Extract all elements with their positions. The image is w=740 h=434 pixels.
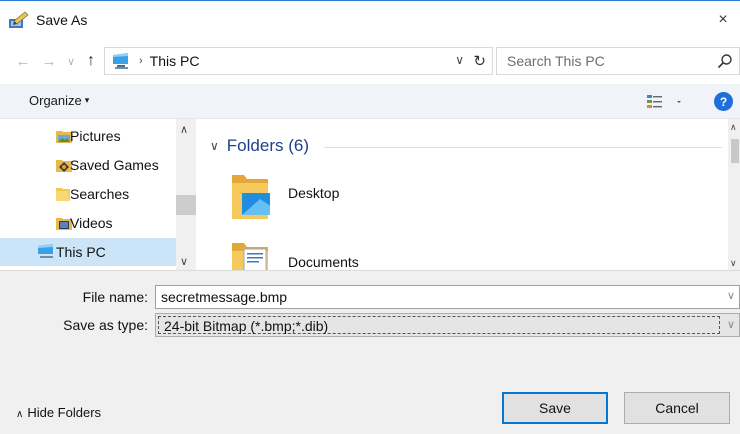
save-form: File name: ∨ Save as type: 24-bit Bitmap… [0, 270, 740, 434]
arrow-right-icon: → [41, 52, 57, 70]
nav-item-this-pc[interactable]: This PC [0, 238, 176, 266]
save-as-type-label: Save as type: [63, 317, 148, 333]
nav-item-label: Saved Games [70, 157, 159, 173]
arrow-up-icon: ↑ [87, 52, 95, 69]
close-icon: × [718, 10, 728, 28]
file-name-input[interactable] [156, 286, 716, 308]
navigation-pane: Pictures Saved Games Searches Videos Thi… [0, 119, 196, 271]
save-as-type-select[interactable]: 24-bit Bitmap (*.bmp;*.dib) ∨ [155, 313, 740, 337]
chevron-down-icon: ∨ [66, 55, 76, 68]
folder-label: Documents [288, 254, 359, 270]
group-header-folders[interactable]: ∨ Folders (6) [210, 136, 309, 156]
chevron-up-icon: ∧ [16, 409, 24, 420]
cancel-button[interactable]: Cancel [624, 392, 730, 424]
scroll-up-icon[interactable]: ∧ [730, 122, 737, 133]
organize-button[interactable]: Organize ▾ [29, 93, 89, 108]
scroll-down-icon[interactable]: ∨ [730, 258, 737, 269]
nav-item-videos[interactable]: Videos [0, 209, 176, 237]
recent-locations-button[interactable]: ∨ [60, 51, 82, 71]
chevron-down-icon[interactable]: ∨ [727, 289, 735, 302]
save-as-type-value: 24-bit Bitmap (*.bmp;*.dib) [164, 318, 329, 334]
desktop-folder-icon [232, 175, 270, 219]
hide-folders-button[interactable]: ∧ Hide Folders [16, 405, 101, 420]
close-button[interactable]: × [706, 1, 740, 38]
address-bar[interactable]: › This PC ∨ ↻ [104, 47, 493, 75]
nav-item-saved-games[interactable]: Saved Games [0, 151, 176, 179]
documents-folder-icon [232, 243, 268, 271]
file-name-label: File name: [82, 289, 148, 305]
refresh-icon[interactable]: ↻ [473, 52, 486, 70]
nav-item-label: Pictures [70, 128, 121, 144]
search-input[interactable] [497, 48, 707, 74]
focus-ring: 24-bit Bitmap (*.bmp;*.dib) [158, 316, 720, 334]
group-divider [324, 147, 722, 148]
search-icon[interactable] [717, 53, 733, 69]
chevron-down-icon: ∨ [726, 319, 735, 331]
folder-view: ∨ Folders (6) Desktop Documents [196, 119, 740, 271]
address-dropdown-icon[interactable]: ∨ [455, 53, 464, 67]
forward-button[interactable]: → [38, 51, 60, 71]
help-icon: ? [719, 94, 728, 109]
organize-label: Organize [29, 93, 82, 108]
nav-item-pictures[interactable]: Pictures [0, 122, 176, 150]
search-box [496, 47, 740, 75]
change-view-icon[interactable] [646, 93, 686, 111]
window-title: Save As [36, 12, 88, 28]
title-bar: Save As × [0, 1, 740, 38]
nav-pane-scrollbar[interactable]: ∧ ∨ [176, 119, 196, 271]
arrow-left-icon: ← [15, 52, 31, 70]
chevron-down-icon: ∨ [210, 139, 219, 153]
folder-label: Desktop [288, 185, 340, 201]
this-pc-icon [113, 53, 128, 69]
file-name-combobox: ∨ [155, 285, 740, 309]
nav-item-label: Videos [70, 215, 113, 231]
breadcrumb-this-pc[interactable]: This PC [150, 53, 200, 69]
save-button[interactable]: Save [502, 392, 608, 424]
scrollbar-thumb[interactable] [176, 195, 196, 215]
folder-view-scrollbar[interactable]: ∧ ∨ [728, 119, 740, 271]
scrollbar-thumb[interactable] [731, 139, 739, 163]
scroll-down-icon[interactable]: ∨ [180, 255, 188, 268]
group-title: Folders (6) [226, 136, 309, 155]
nav-item-label: Searches [70, 186, 130, 202]
nav-item-label: This PC [56, 244, 106, 260]
hide-folders-label: Hide Folders [27, 405, 102, 420]
back-button[interactable]: ← [12, 51, 34, 71]
scroll-up-icon[interactable]: ∧ [180, 123, 188, 136]
browser-panel: Pictures Saved Games Searches Videos Thi… [0, 118, 740, 271]
address-row: ← → ∨ ↑ › This PC ∨ ↻ [0, 38, 740, 84]
caret-down-icon: ▾ [84, 95, 90, 105]
up-button[interactable]: ↑ [80, 51, 102, 71]
folder-item-documents[interactable]: Documents [230, 239, 390, 271]
command-toolbar: Organize ▾ ? [0, 84, 740, 118]
this-pc-icon [38, 244, 53, 258]
nav-item-searches[interactable]: Searches [0, 180, 176, 208]
help-button[interactable]: ? [714, 92, 733, 111]
breadcrumb-separator-icon: › [139, 55, 143, 67]
save-as-pencil-icon [9, 11, 29, 28]
folder-item-desktop[interactable]: Desktop [230, 171, 370, 223]
